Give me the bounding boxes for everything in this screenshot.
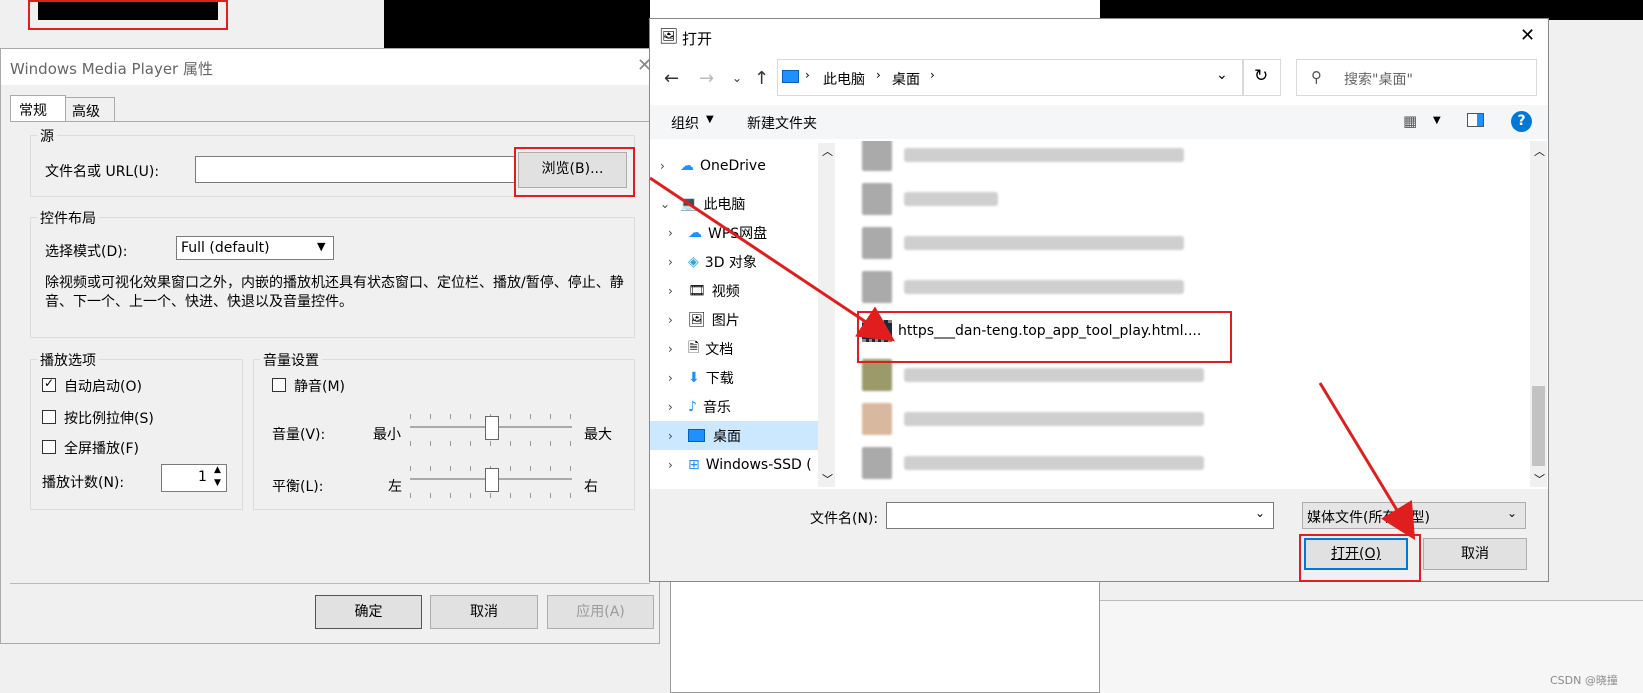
annotation-arrows (649, 176, 1416, 541)
arrow-browse-to-file (649, 176, 895, 342)
arrow-file-to-filetype (1318, 382, 1416, 541)
watermark: CSDN @晓撞 (1550, 674, 1618, 687)
